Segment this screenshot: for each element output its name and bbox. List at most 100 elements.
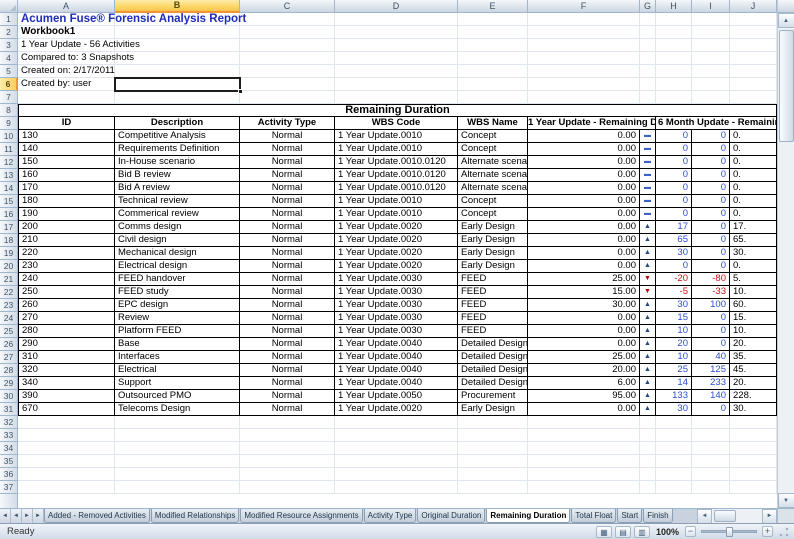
cell-G2[interactable] xyxy=(640,26,656,39)
scroll-right-icon[interactable]: ► xyxy=(762,509,777,523)
up-trend-icon[interactable]: ▲ xyxy=(640,377,656,390)
cell-I2[interactable] xyxy=(692,26,730,39)
cell-E31[interactable]: Early Design xyxy=(458,403,528,416)
cell-D32[interactable] xyxy=(335,416,458,429)
cell-A24[interactable]: 270 xyxy=(18,312,115,325)
sheet-tab-modified-relationships[interactable]: Modified Relationships xyxy=(151,509,240,523)
cell-B20[interactable]: Electrical design xyxy=(115,260,240,273)
first-sheet-icon[interactable]: ◄ xyxy=(0,509,11,523)
cell-B31[interactable]: Telecoms Design xyxy=(115,403,240,416)
cell-E23[interactable]: FEED xyxy=(458,299,528,312)
cell-F30[interactable]: 95.00 xyxy=(528,390,640,403)
cell-H15[interactable]: 0 xyxy=(656,195,692,208)
cell-F12[interactable]: 0.00 xyxy=(528,156,640,169)
cell-J18[interactable]: 65. xyxy=(730,234,777,247)
cell-E4[interactable] xyxy=(458,52,528,65)
cell-F32[interactable] xyxy=(528,416,640,429)
cell-G3[interactable] xyxy=(640,39,656,52)
cell-I32[interactable] xyxy=(692,416,730,429)
cell-F37[interactable] xyxy=(528,481,640,494)
column-header-J[interactable]: J xyxy=(730,0,777,13)
cell-F4[interactable] xyxy=(528,52,640,65)
cell-A19[interactable]: 220 xyxy=(18,247,115,260)
cell-F15[interactable]: 0.00 xyxy=(528,195,640,208)
cell-D12[interactable]: 1 Year Update.0010.0120 xyxy=(335,156,458,169)
cell-J15[interactable]: 0. xyxy=(730,195,777,208)
cell-E34[interactable] xyxy=(458,442,528,455)
cell-H27[interactable]: 10 xyxy=(656,351,692,364)
cell-J35[interactable] xyxy=(730,455,777,468)
cell-A37[interactable] xyxy=(18,481,115,494)
cell-H17[interactable]: 17 xyxy=(656,221,692,234)
row-header-13[interactable]: 13 xyxy=(0,169,18,182)
cell-G33[interactable] xyxy=(640,429,656,442)
last-sheet-icon[interactable]: ► xyxy=(33,509,44,523)
sheet-tab-total-float[interactable]: Total Float xyxy=(571,509,616,523)
sheet-tab-added-removed-activities[interactable]: Added - Removed Activities xyxy=(44,509,150,523)
cell-D10[interactable]: 1 Year Update.0010 xyxy=(335,130,458,143)
cell-E14[interactable]: Alternate scenario xyxy=(458,182,528,195)
row-header-11[interactable]: 11 xyxy=(0,143,18,156)
cell-E18[interactable]: Early Design xyxy=(458,234,528,247)
column-header-C[interactable]: C xyxy=(240,0,335,13)
cell-B23[interactable]: EPC design xyxy=(115,299,240,312)
cell-D19[interactable]: 1 Year Update.0020 xyxy=(335,247,458,260)
up-trend-icon[interactable]: ▲ xyxy=(640,351,656,364)
cell-H24[interactable]: 15 xyxy=(656,312,692,325)
cell-J12[interactable]: 0. xyxy=(730,156,777,169)
cell-J33[interactable] xyxy=(730,429,777,442)
cell-H13[interactable]: 0 xyxy=(656,169,692,182)
cell-B33[interactable] xyxy=(115,429,240,442)
up-trend-icon[interactable]: ▲ xyxy=(640,221,656,234)
column-header-B[interactable]: B xyxy=(115,0,240,13)
cell-B32[interactable] xyxy=(115,416,240,429)
cell-J34[interactable] xyxy=(730,442,777,455)
cell-C19[interactable]: Normal xyxy=(240,247,335,260)
cell-C33[interactable] xyxy=(240,429,335,442)
cell-A3[interactable]: 1 Year Update - 56 Activities xyxy=(18,39,115,52)
column-header-F[interactable]: F xyxy=(528,0,640,13)
row-header-23[interactable]: 23 xyxy=(0,299,18,312)
cell-I33[interactable] xyxy=(692,429,730,442)
cell-C22[interactable]: Normal xyxy=(240,286,335,299)
flat-trend-icon[interactable]: ▬ xyxy=(640,156,656,169)
cell-A21[interactable]: 240 xyxy=(18,273,115,286)
row-header-7[interactable]: 7 xyxy=(0,91,18,104)
cell-H19[interactable]: 30 xyxy=(656,247,692,260)
cell-D3[interactable] xyxy=(335,39,458,52)
cell-J21[interactable]: 5. xyxy=(730,273,777,286)
row-header-34[interactable]: 34 xyxy=(0,442,18,455)
cell-C5[interactable] xyxy=(240,65,335,78)
cell-I25[interactable]: 0 xyxy=(692,325,730,338)
cell-G5[interactable] xyxy=(640,65,656,78)
cell-H20[interactable]: 0 xyxy=(656,260,692,273)
cell-H28[interactable]: 25 xyxy=(656,364,692,377)
cell-C24[interactable]: Normal xyxy=(240,312,335,325)
header-wbs-name[interactable]: WBS Name xyxy=(458,117,528,130)
cell-B15[interactable]: Technical review xyxy=(115,195,240,208)
cell-A23[interactable]: 260 xyxy=(18,299,115,312)
cell-B2[interactable] xyxy=(115,26,240,39)
cell-E20[interactable]: Early Design xyxy=(458,260,528,273)
cell-D30[interactable]: 1 Year Update.0050 xyxy=(335,390,458,403)
cell-H30[interactable]: 133 xyxy=(656,390,692,403)
cell-H35[interactable] xyxy=(656,455,692,468)
column-header-G[interactable]: G xyxy=(640,0,656,13)
cell-B26[interactable]: Base xyxy=(115,338,240,351)
flat-trend-icon[interactable]: ▬ xyxy=(640,169,656,182)
cell-J5[interactable] xyxy=(730,65,777,78)
cell-D2[interactable] xyxy=(335,26,458,39)
row-header-17[interactable]: 17 xyxy=(0,221,18,234)
cell-C17[interactable]: Normal xyxy=(240,221,335,234)
cell-G36[interactable] xyxy=(640,468,656,481)
cell-J36[interactable] xyxy=(730,468,777,481)
scroll-left-icon[interactable]: ◄ xyxy=(697,509,712,523)
cell-E35[interactable] xyxy=(458,455,528,468)
row-header-12[interactable]: 12 xyxy=(0,156,18,169)
row-header-6[interactable]: 6 xyxy=(0,78,18,91)
cell-J2[interactable] xyxy=(730,26,777,39)
cell-I30[interactable]: 140 xyxy=(692,390,730,403)
cell-I20[interactable]: 0 xyxy=(692,260,730,273)
cell-H34[interactable] xyxy=(656,442,692,455)
row-header-24[interactable]: 24 xyxy=(0,312,18,325)
